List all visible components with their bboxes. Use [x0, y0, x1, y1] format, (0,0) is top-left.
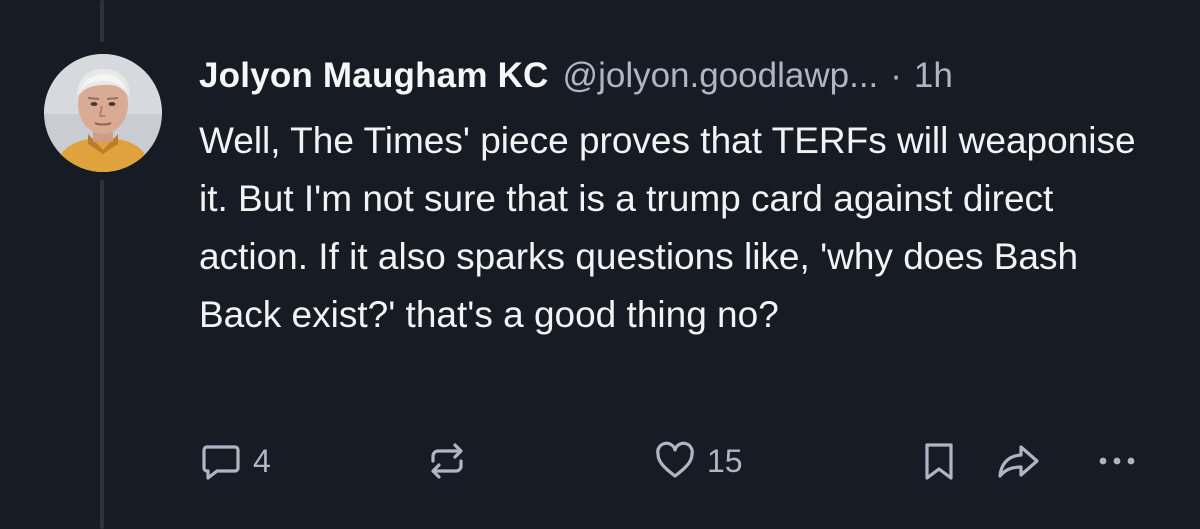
separator-dot: ·: [890, 56, 902, 95]
post-content: Jolyon Maugham KC @jolyon.goodlawp... · …: [199, 52, 1170, 344]
bookmark-button[interactable]: [917, 437, 961, 485]
thread-line-top: [100, 0, 104, 42]
share-button[interactable]: [995, 437, 1043, 485]
avatar-image: [44, 54, 162, 172]
post-header: Jolyon Maugham KC @jolyon.goodlawp... · …: [199, 52, 1170, 100]
reply-button[interactable]: 4: [199, 437, 271, 485]
handle[interactable]: @jolyon.goodlawp...: [563, 52, 879, 100]
repost-button[interactable]: [425, 437, 469, 485]
avatar[interactable]: [44, 54, 162, 172]
bookmark-icon: [925, 443, 953, 480]
reply-count: 4: [253, 442, 271, 479]
post-actions: 4 15: [199, 437, 1149, 485]
more-icon: [1099, 457, 1135, 465]
thread-line: [100, 180, 104, 529]
like-button[interactable]: 15: [653, 437, 743, 485]
more-button[interactable]: [1095, 437, 1139, 485]
share-icon: [998, 445, 1039, 478]
like-count: 15: [707, 442, 743, 479]
display-name[interactable]: Jolyon Maugham KC: [199, 52, 549, 100]
repost-icon: [431, 443, 463, 479]
timestamp[interactable]: 1h: [914, 52, 953, 100]
heart-icon: [656, 441, 694, 478]
post-text: Well, The Times' piece proves that TERFs…: [199, 120, 1136, 335]
reply-icon: [202, 445, 240, 480]
